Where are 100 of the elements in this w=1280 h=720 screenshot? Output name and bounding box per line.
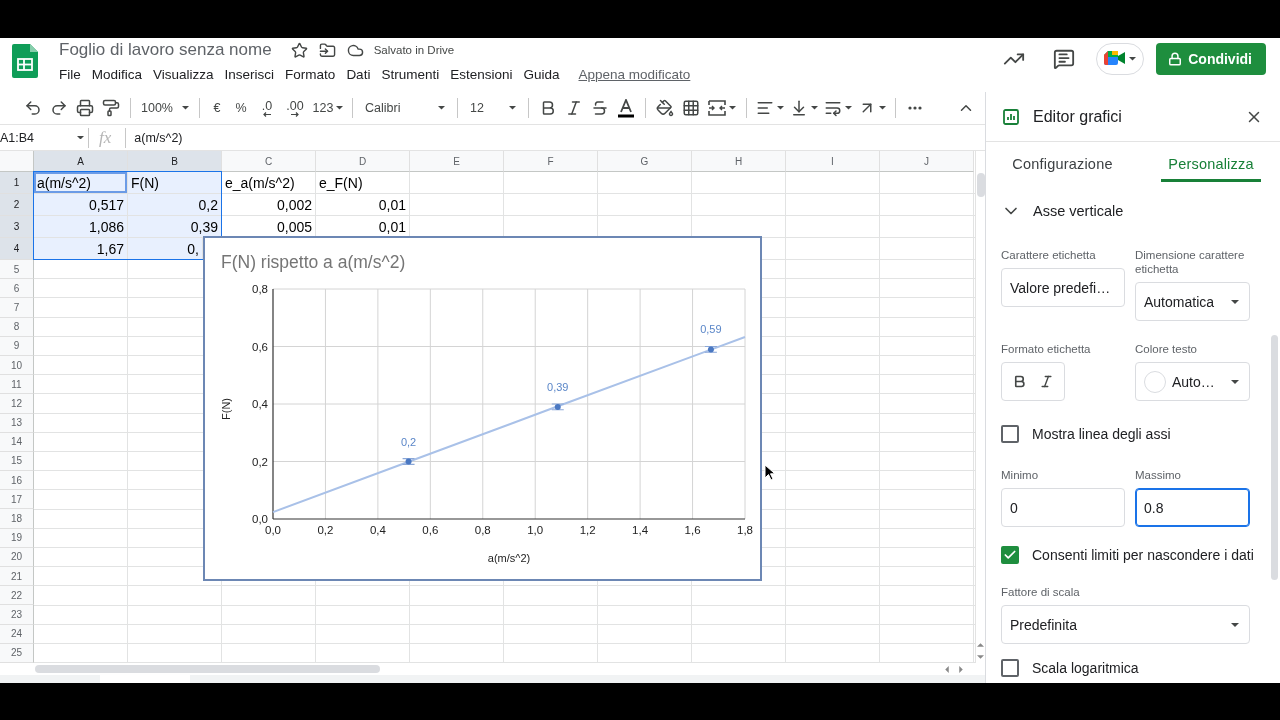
row-header[interactable]: 19 <box>0 528 34 548</box>
row-header[interactable]: 9 <box>0 336 34 356</box>
dropdown[interactable]: Automatica <box>1135 282 1250 321</box>
tab[interactable]: Personalizza <box>1161 142 1261 182</box>
formula-text[interactable]: a(m/s^2) <box>134 130 183 145</box>
menu-item[interactable]: Estensioni <box>450 66 513 82</box>
decrease-decimals-button[interactable]: .0 <box>254 95 280 121</box>
sheet-cell[interactable]: 1,67 <box>34 238 128 260</box>
merge-cells-icon <box>708 100 726 116</box>
x-tick-label: 0,6 <box>422 524 439 536</box>
section-header[interactable]: Asse verticale <box>1001 199 1124 223</box>
color-dropdown[interactable]: Auto… <box>1135 362 1250 401</box>
dropdown[interactable]: Valore predefi… <box>1001 268 1125 307</box>
column-header[interactable]: D <box>316 151 410 172</box>
field-label: Dimensione carattere etichetta <box>1135 248 1246 276</box>
font-size-select[interactable]: 12 <box>464 95 522 121</box>
row-header[interactable]: 22 <box>0 586 34 606</box>
row-header[interactable]: 12 <box>0 394 34 414</box>
row-header[interactable]: 20 <box>0 547 34 567</box>
row-header[interactable]: 15 <box>0 451 34 472</box>
font-select[interactable]: Calibri <box>359 95 451 121</box>
tab[interactable]: Configurazione <box>990 142 1135 182</box>
column-header[interactable]: C <box>222 151 316 172</box>
menu-item[interactable]: Strumenti <box>381 66 440 82</box>
sheet-cell[interactable]: 0,2 <box>128 194 222 216</box>
scroll-right-icon[interactable] <box>959 665 963 673</box>
sheet-cell[interactable]: 1,086 <box>34 216 128 238</box>
row-header[interactable]: 18 <box>0 509 34 529</box>
dropdown[interactable]: Predefinita <box>1001 605 1250 644</box>
document-title[interactable]: Foglio di lavoro senza nome <box>59 40 272 60</box>
row-header[interactable]: 13 <box>0 413 34 433</box>
name-box[interactable]: A1:B4 <box>0 126 88 149</box>
row-header[interactable]: 5 <box>0 260 34 280</box>
mouse-pointer-icon <box>764 464 776 481</box>
row-header[interactable]: 23 <box>0 605 34 625</box>
scroll-left-icon[interactable] <box>945 665 949 673</box>
row-header[interactable]: 21 <box>0 567 34 587</box>
row-header[interactable]: 6 <box>0 279 34 299</box>
meet-button[interactable] <box>1096 43 1145 75</box>
row-header[interactable]: 11 <box>0 375 34 395</box>
scroll-up-icon[interactable] <box>977 643 984 647</box>
sheet-cell[interactable]: F(N) <box>128 172 222 194</box>
y-tick-label: 0,6 <box>252 340 268 353</box>
input-field[interactable]: 0.8 <box>1135 488 1250 527</box>
sheet-cell[interactable]: 0,39 <box>128 216 222 238</box>
grid-icon <box>682 99 700 117</box>
menu-item[interactable]: Visualizza <box>153 66 214 82</box>
sheets-logo[interactable] <box>12 44 38 78</box>
percent-button[interactable]: % <box>228 95 254 121</box>
column-header[interactable]: F <box>504 151 598 172</box>
row-header[interactable]: 24 <box>0 624 34 644</box>
field-label: Colore testo <box>1135 342 1198 356</box>
column-header[interactable]: E <box>410 151 504 172</box>
currency-button[interactable]: € <box>206 95 228 121</box>
column-header[interactable]: I <box>786 151 880 172</box>
column-header[interactable]: J <box>880 151 974 172</box>
checkbox[interactable] <box>1001 659 1019 677</box>
menu-item[interactable]: Inserisci <box>224 66 275 82</box>
chart[interactable]: F(N) rispetto a a(m/s^2) 0,0 0,2 0,4 0,6 0,8 0,0 0,2 0,4 0,6 0,8 1,0 1,2 1,4 1,6 1,8 a(m/s^2) F(N) 0,2 0,39 0,59 <box>203 236 762 581</box>
row-header[interactable]: 17 <box>0 490 34 510</box>
input-field[interactable]: 0 <box>1001 488 1125 527</box>
checkbox[interactable] <box>1001 425 1019 443</box>
error-bar <box>704 345 718 353</box>
scrollbar-thumb[interactable] <box>35 665 380 673</box>
row-header[interactable]: 4 <box>0 238 34 260</box>
share-button[interactable]: Condividi <box>1156 43 1266 75</box>
menu-item[interactable]: Guida <box>523 66 560 82</box>
column-header[interactable]: A <box>34 151 128 172</box>
row-header[interactable]: 1 <box>0 172 34 194</box>
last-edit-link[interactable]: Appena modificato <box>578 66 691 82</box>
sheet-cell[interactable]: 0, <box>128 238 203 260</box>
column-header[interactable]: G <box>598 151 692 172</box>
menu-item[interactable]: Formato <box>285 66 336 82</box>
row-header[interactable]: 7 <box>0 298 34 318</box>
row-header[interactable]: 25 <box>0 643 34 663</box>
menu-item[interactable]: Modifica <box>91 66 143 82</box>
scrollbar-thumb[interactable] <box>976 173 985 197</box>
x-tick-label: 0,2 <box>317 524 334 536</box>
menu-item[interactable]: Dati <box>346 66 371 82</box>
row-header[interactable]: 16 <box>0 471 34 491</box>
number-format-select[interactable]: 123 <box>310 95 346 121</box>
x-tick-label: 1,4 <box>632 524 649 536</box>
row-header[interactable]: 10 <box>0 355 34 376</box>
increase-decimals-button[interactable]: .00 <box>280 95 310 121</box>
checkbox[interactable] <box>1001 546 1019 564</box>
row-header[interactable]: 14 <box>0 432 34 452</box>
row-header[interactable]: 3 <box>0 216 34 238</box>
scrollbar-thumb[interactable] <box>1271 335 1278 580</box>
column-header[interactable]: H <box>692 151 786 172</box>
caret-icon <box>77 135 84 140</box>
menu-item[interactable]: File <box>59 66 81 82</box>
row-header[interactable]: 8 <box>0 317 34 337</box>
column-header[interactable]: B <box>128 151 222 172</box>
caret-icon <box>879 106 886 110</box>
sheet-cell[interactable]: 0,517 <box>34 194 128 216</box>
row-header[interactable]: 2 <box>0 194 34 216</box>
sheet-cell[interactable]: a(m/s^2) <box>34 172 128 194</box>
scroll-down-icon[interactable] <box>977 655 984 659</box>
caret-icon <box>845 106 852 110</box>
zoom-select[interactable]: 100% <box>137 95 193 121</box>
